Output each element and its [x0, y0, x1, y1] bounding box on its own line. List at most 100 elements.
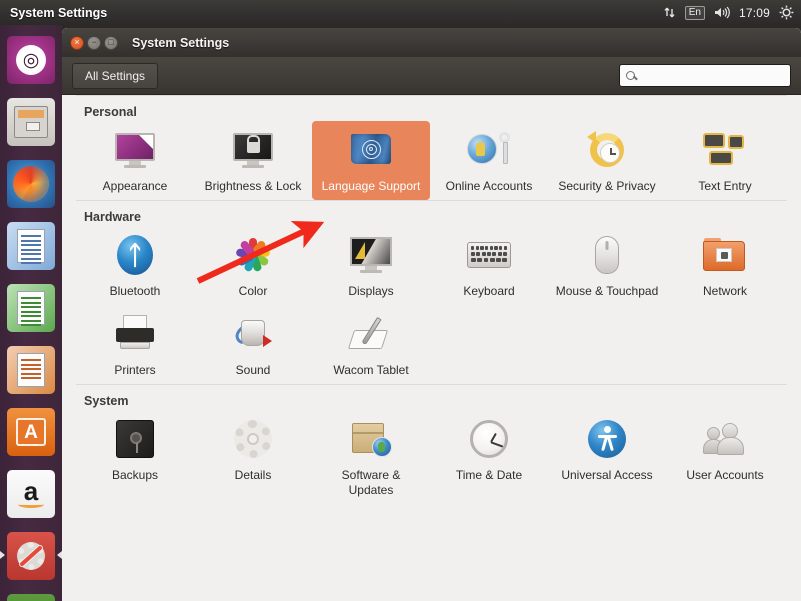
- accessibility-icon: [583, 415, 631, 463]
- close-button[interactable]: ×: [70, 35, 84, 50]
- launcher-item-libreoffice-writer[interactable]: [0, 215, 62, 277]
- monitor-lock-icon: [229, 126, 277, 174]
- settings-item-wacom-tablet[interactable]: Wacom Tablet: [312, 305, 430, 384]
- section-heading-system: System: [84, 394, 129, 408]
- launcher-item-ubuntu-software-center[interactable]: A: [0, 401, 62, 463]
- box-globe-icon: [347, 415, 395, 463]
- settings-item-label: Brightness & Lock: [204, 179, 302, 193]
- settings-item-label: Details: [234, 468, 272, 482]
- launcher-item-system-settings[interactable]: [0, 525, 62, 587]
- panel-indicator-area: En 17:09: [663, 5, 801, 20]
- launcher-item-libreoffice-impress[interactable]: [0, 339, 62, 401]
- settings-item-universal-access[interactable]: Universal Access: [548, 410, 666, 504]
- settings-item-brightness-lock[interactable]: Brightness & Lock: [194, 121, 312, 200]
- settings-item-label: User Accounts: [686, 468, 764, 482]
- settings-item-language-support[interactable]: Language Support: [312, 121, 430, 200]
- settings-item-details[interactable]: Details: [194, 410, 312, 504]
- focused-indicator-right: [57, 551, 62, 559]
- settings-item-sound[interactable]: Sound: [194, 305, 312, 384]
- network-icon[interactable]: [663, 6, 676, 19]
- search-box[interactable]: [619, 64, 791, 87]
- files-icon: [7, 98, 55, 146]
- settings-item-label: Mouse & Touchpad: [555, 284, 659, 298]
- settings-item-text-entry[interactable]: Text Entry: [666, 121, 784, 200]
- window-toolbar: All Settings: [62, 57, 801, 95]
- globe-keys-icon: [465, 126, 513, 174]
- settings-item-displays[interactable]: Displays: [312, 226, 430, 305]
- clock-icon: [465, 415, 513, 463]
- settings-item-appearance[interactable]: Appearance: [76, 121, 194, 200]
- speaker-icon: [229, 310, 277, 358]
- gear-icon: [229, 415, 277, 463]
- all-settings-button[interactable]: All Settings: [72, 62, 159, 89]
- text-entry-blocks-icon: [701, 126, 749, 174]
- launcher-item-dash-home[interactable]: ◎: [0, 29, 62, 91]
- printer-icon: [111, 310, 159, 358]
- tablet-pen-icon: [347, 310, 395, 358]
- window-titlebar[interactable]: × − □ System Settings: [62, 28, 801, 57]
- search-input[interactable]: [640, 68, 784, 83]
- settings-item-label: Wacom Tablet: [333, 363, 409, 377]
- system-settings-icon: [7, 532, 55, 580]
- libreoffice-calc-icon: [7, 284, 55, 332]
- settings-item-network[interactable]: Network: [666, 226, 784, 305]
- settings-item-backups[interactable]: Backups: [76, 410, 194, 504]
- settings-item-label: Universal Access: [561, 468, 653, 482]
- amazon-icon: a: [7, 470, 55, 518]
- launcher-item-amazon[interactable]: a: [0, 463, 62, 525]
- libreoffice-impress-icon: [7, 346, 55, 394]
- settings-item-label: Backups: [111, 468, 159, 482]
- settings-item-security-privacy[interactable]: Security & Privacy: [548, 121, 666, 200]
- libreoffice-writer-icon: [7, 222, 55, 270]
- power-gear-icon[interactable]: [779, 5, 794, 20]
- settings-item-label: Appearance: [102, 179, 168, 193]
- display-icon: [347, 231, 395, 279]
- settings-item-label: Sound: [235, 363, 271, 377]
- section-heading-hardware: Hardware: [84, 210, 141, 224]
- top-panel: System Settings En 17:09: [0, 0, 801, 25]
- settings-item-label: Printers: [114, 363, 156, 377]
- minimize-button[interactable]: −: [87, 35, 101, 50]
- safe-icon: [111, 415, 159, 463]
- flag-language-icon: [347, 126, 395, 174]
- volume-icon[interactable]: [714, 6, 730, 19]
- launcher-item-firefox[interactable]: [0, 153, 62, 215]
- settings-item-label: Text Entry: [698, 179, 752, 193]
- settings-item-label: Language Support: [321, 179, 421, 193]
- mouse-icon: [583, 231, 631, 279]
- settings-item-keyboard[interactable]: Keyboard: [430, 226, 548, 305]
- settings-item-mouse-touchpad[interactable]: Mouse & Touchpad: [548, 226, 666, 305]
- users-icon: [701, 415, 749, 463]
- monitor-appearance-icon: [111, 126, 159, 174]
- search-icon: [626, 71, 635, 80]
- settings-grid-personal: Appearance Brightness & Lock Language Su…: [76, 121, 787, 200]
- settings-item-label: Keyboard: [463, 284, 515, 298]
- settings-item-color[interactable]: Color: [194, 226, 312, 305]
- system-settings-window: × − □ System Settings All Settings Perso…: [62, 28, 801, 601]
- settings-item-software-updates[interactable]: Software & Updates: [312, 410, 430, 504]
- network-folder-icon: [701, 231, 749, 279]
- settings-item-label: Color: [238, 284, 268, 298]
- settings-grid-hardware: ᛏ Bluetooth Color Displays Keyboard Mous…: [76, 226, 787, 384]
- settings-item-label: Security & Privacy: [558, 179, 656, 193]
- section-heading-personal: Personal: [84, 105, 137, 119]
- panel-clock[interactable]: 17:09: [739, 6, 770, 20]
- launcher-item-libreoffice-calc[interactable]: [0, 277, 62, 339]
- panel-app-title[interactable]: System Settings: [10, 6, 107, 20]
- settings-item-online-accounts[interactable]: Online Accounts: [430, 121, 548, 200]
- keyboard-layout-indicator[interactable]: En: [684, 5, 705, 20]
- firefox-icon: [7, 160, 55, 208]
- settings-item-user-accounts[interactable]: User Accounts: [666, 410, 784, 504]
- launcher-item-ubuntu-dvd[interactable]: DVD: [0, 587, 62, 601]
- settings-item-label: Displays: [348, 284, 394, 298]
- window-title: System Settings: [132, 35, 230, 50]
- launcher-item-files[interactable]: [0, 91, 62, 153]
- settings-item-printers[interactable]: Printers: [76, 305, 194, 384]
- unity-launcher: ◎ A a: [0, 25, 62, 601]
- software-center-icon: A: [7, 408, 55, 456]
- settings-item-bluetooth[interactable]: ᛏ Bluetooth: [76, 226, 194, 305]
- keyboard-icon: [465, 231, 513, 279]
- maximize-button[interactable]: □: [104, 35, 118, 50]
- clock-history-icon: [583, 126, 631, 174]
- settings-item-time-date[interactable]: Time & Date: [430, 410, 548, 504]
